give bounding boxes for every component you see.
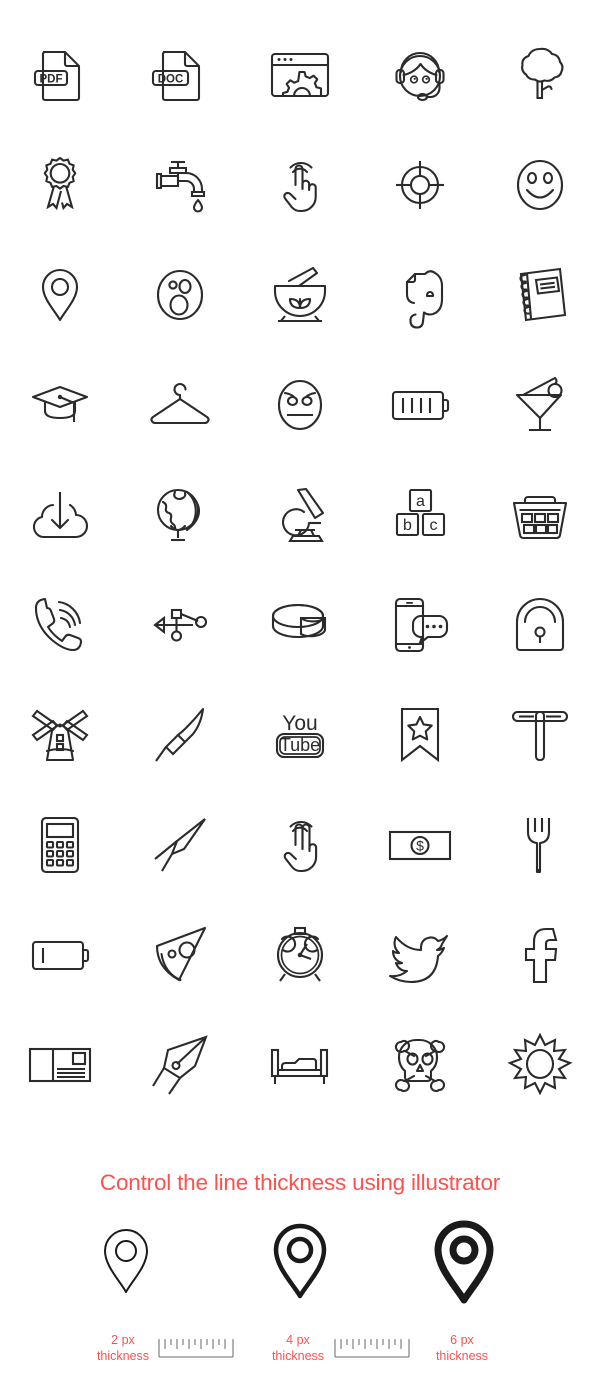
phone-ringing-icon[interactable] — [0, 570, 120, 680]
thickness-footer: Control the line thickness using illustr… — [0, 1160, 600, 1392]
icon-sheet: PDF DOC a b c You Tube $ Control the lin… — [0, 0, 600, 1395]
two-finger-tap-icon[interactable] — [240, 790, 360, 900]
thickness-samples — [0, 1217, 600, 1332]
block-a-label: a — [416, 493, 425, 510]
ruler-graphic-left — [158, 1338, 234, 1358]
thickness-labels: 2 px thickness 4 px thickness 6 px thick… — [0, 1332, 600, 1392]
globe-stand-icon[interactable] — [120, 460, 240, 570]
facebook-icon[interactable] — [480, 900, 600, 1010]
footer-title: Control the line thickness using illustr… — [99, 1170, 501, 1195]
graduation-cap-icon[interactable] — [0, 350, 120, 460]
twitter-bird-icon[interactable] — [360, 900, 480, 1010]
map-pin-sample-6px[interactable] — [404, 1217, 524, 1317]
icon-grid: PDF DOC a b c You Tube $ — [0, 20, 600, 1120]
youtube-tube-label: Tube — [280, 735, 320, 755]
mortar-pestle-icon[interactable] — [240, 240, 360, 350]
alarm-clock-icon[interactable] — [240, 900, 360, 1010]
thickness-label-6px-unit: thickness — [435, 1348, 489, 1363]
paintbrush-icon[interactable] — [120, 680, 240, 790]
padlock-icon[interactable] — [480, 570, 600, 680]
banknote-icon[interactable]: $ — [360, 790, 480, 900]
award-ribbon-icon[interactable] — [0, 130, 120, 240]
phone-chat-icon[interactable] — [360, 570, 480, 680]
postcard-icon[interactable] — [0, 1010, 120, 1120]
support-agent-icon[interactable] — [360, 20, 480, 130]
cloud-download-icon[interactable] — [0, 460, 120, 570]
sun-icon[interactable] — [480, 1010, 600, 1120]
t-square-icon[interactable] — [480, 680, 600, 790]
surprised-face-icon[interactable] — [120, 240, 240, 350]
pdf-label: PDF — [40, 73, 63, 85]
doc-label: DOC — [158, 73, 184, 85]
pizza-slice-icon[interactable] — [120, 900, 240, 1010]
windmill-icon[interactable] — [0, 680, 120, 790]
dollar-sign-label: $ — [416, 838, 424, 854]
bed-icon[interactable] — [240, 1010, 360, 1120]
youtube-you-label: You — [282, 712, 317, 735]
microscope-icon[interactable] — [240, 460, 360, 570]
tap-gesture-icon[interactable] — [240, 130, 360, 240]
pencil-icon[interactable] — [120, 790, 240, 900]
doc-file-icon[interactable]: DOC — [120, 20, 240, 130]
skull-crossbones-icon[interactable] — [360, 1010, 480, 1120]
thickness-label-6px: 6 px thickness — [402, 1332, 522, 1364]
battery-full-icon[interactable] — [360, 350, 480, 460]
map-pin-sample-4px[interactable] — [240, 1217, 360, 1317]
usb-icon[interactable] — [120, 570, 240, 680]
fountain-pen-nib-icon[interactable] — [120, 1010, 240, 1120]
cocktail-glass-icon[interactable] — [480, 350, 600, 460]
fork-icon[interactable] — [480, 790, 600, 900]
block-b-label: b — [403, 517, 412, 534]
pie-chart-3d-icon[interactable] — [240, 570, 360, 680]
ruler-graphic-right — [334, 1338, 410, 1358]
block-c-label: c — [430, 517, 438, 534]
evernote-elephant-icon[interactable] — [360, 240, 480, 350]
battery-low-icon[interactable] — [0, 900, 120, 1010]
spiral-notebook-icon[interactable] — [480, 240, 600, 350]
map-pin-sample-2px[interactable] — [66, 1217, 186, 1317]
pdf-file-icon[interactable]: PDF — [0, 20, 120, 130]
shopping-basket-icon[interactable] — [480, 460, 600, 570]
browser-settings-icon[interactable] — [240, 20, 360, 130]
crosshair-target-icon[interactable] — [360, 130, 480, 240]
abc-blocks-icon[interactable]: a b c — [360, 460, 480, 570]
youtube-icon[interactable]: You Tube — [240, 680, 360, 790]
thickness-label-6px-value: 6 px — [450, 1332, 474, 1347]
tree-icon[interactable] — [480, 20, 600, 130]
clothes-hanger-icon[interactable] — [120, 350, 240, 460]
angry-face-icon[interactable] — [240, 350, 360, 460]
bookmark-star-icon[interactable] — [360, 680, 480, 790]
map-pin-icon[interactable] — [0, 240, 120, 350]
smiley-face-icon[interactable] — [480, 130, 600, 240]
calculator-icon[interactable] — [0, 790, 120, 900]
faucet-icon[interactable] — [120, 130, 240, 240]
